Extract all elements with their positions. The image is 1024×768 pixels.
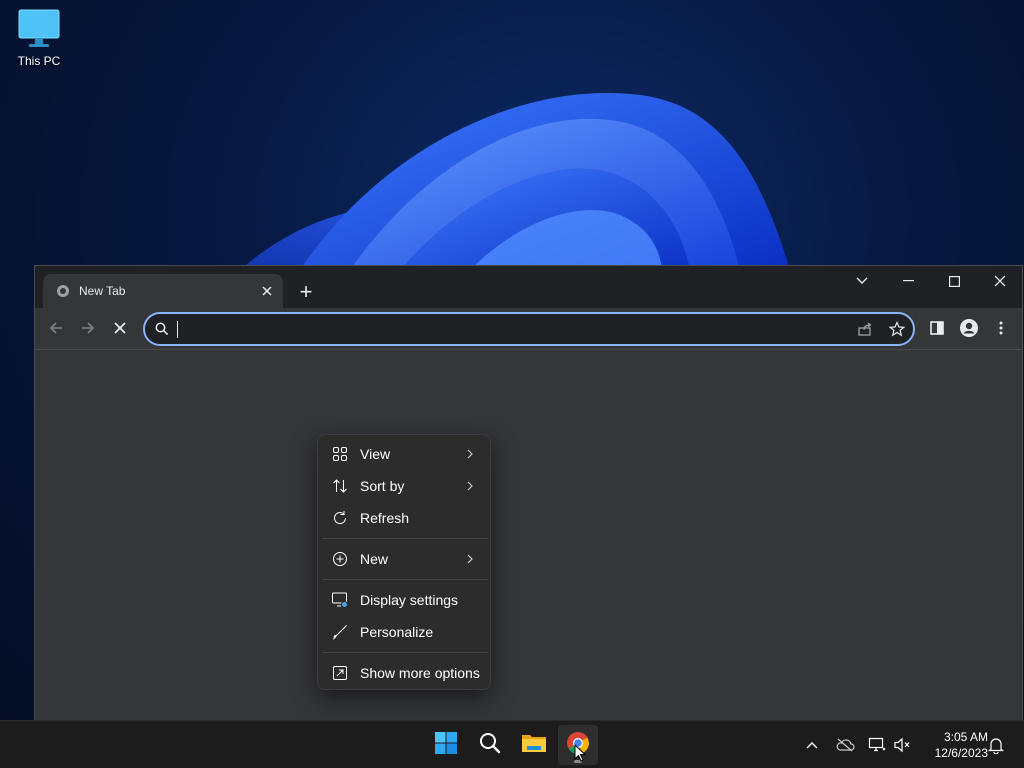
windows-start-icon — [434, 731, 458, 760]
chevron-right-icon — [462, 481, 478, 491]
kebab-menu-icon[interactable] — [986, 313, 1016, 343]
menu-item-label: Display settings — [360, 592, 459, 608]
side-panel-icon[interactable] — [922, 313, 952, 343]
address-input[interactable] — [179, 314, 849, 344]
menu-item-label: Sort by — [360, 478, 405, 494]
stop-loading-button[interactable] — [105, 313, 135, 343]
search-icon — [145, 322, 179, 336]
tab-new-tab[interactable]: New Tab — [43, 274, 283, 308]
clock-time: 3:05 AM — [943, 730, 988, 744]
taskbar-search-button[interactable] — [470, 725, 510, 765]
page-content[interactable] — [35, 350, 1022, 721]
browser-toolbar — [35, 308, 1022, 350]
back-button[interactable] — [41, 313, 71, 343]
start-button[interactable] — [426, 725, 466, 765]
menu-item-new[interactable]: New — [322, 544, 486, 574]
chevron-right-icon — [462, 449, 478, 459]
menu-item-label: Show more options — [360, 665, 480, 681]
menu-item-label: Refresh — [360, 510, 410, 526]
browser-window[interactable]: New Tab + — [34, 265, 1023, 721]
text-cursor — [177, 321, 178, 338]
volume-muted-icon[interactable] — [890, 733, 914, 757]
new-tab-button[interactable]: + — [292, 278, 320, 306]
folder-icon — [521, 732, 547, 759]
share-icon[interactable] — [849, 314, 881, 344]
menu-item-display-settings[interactable]: Display settings — [322, 585, 486, 615]
close-tab-icon[interactable] — [257, 281, 277, 301]
menu-separator — [322, 538, 488, 539]
menu-item-personalize[interactable]: Personalize — [322, 617, 486, 647]
profile-avatar-icon[interactable] — [954, 313, 984, 343]
view-grid-icon — [330, 444, 350, 464]
chevron-right-icon — [462, 554, 478, 564]
desktop-icon-this-pc[interactable]: This PC — [8, 8, 70, 78]
menu-item-label: New — [360, 551, 389, 567]
file-explorer-button[interactable] — [514, 725, 554, 765]
maximize-button[interactable] — [931, 266, 977, 296]
menu-item-label: Personalize — [360, 624, 434, 640]
brush-icon — [330, 622, 350, 642]
monitor-icon — [17, 8, 61, 50]
chevron-up-icon[interactable] — [800, 733, 824, 757]
show-more-options-icon — [330, 663, 350, 683]
minimize-button[interactable] — [885, 266, 931, 296]
close-window-button[interactable] — [977, 266, 1023, 296]
menu-item-refresh[interactable]: Refresh — [322, 503, 486, 533]
clock-date: 12/6/2023 — [934, 746, 988, 760]
system-clock[interactable]: 3:05 AM 12/6/2023 — [918, 729, 988, 761]
menu-separator — [322, 579, 488, 580]
taskbar: 3:05 AM 12/6/2023 — [0, 720, 1024, 768]
menu-separator — [322, 652, 488, 653]
network-icon[interactable] — [865, 733, 889, 757]
globe-icon — [57, 285, 69, 297]
new-plus-icon — [330, 549, 350, 569]
menu-item-show-more-options[interactable]: Show more options — [322, 658, 486, 688]
display-settings-icon — [330, 590, 350, 610]
menu-item-label: View — [360, 446, 391, 462]
sort-icon — [330, 476, 350, 496]
address-bar[interactable] — [143, 312, 915, 346]
onedrive-offline-icon[interactable] — [833, 733, 857, 757]
desktop-icon-label: This PC — [17, 54, 61, 68]
menu-item-sort-by[interactable]: Sort by — [322, 471, 486, 501]
refresh-icon — [330, 508, 350, 528]
forward-button[interactable] — [73, 313, 103, 343]
search-icon — [479, 732, 501, 759]
tab-search-chevron-icon[interactable] — [839, 266, 885, 296]
menu-item-view[interactable]: View — [322, 439, 486, 469]
tab-title: New Tab — [79, 284, 126, 298]
desktop-context-menu: View Sort by Refresh New Display setting… — [317, 434, 491, 690]
bookmark-star-icon[interactable] — [881, 314, 913, 344]
tab-strip: New Tab + — [35, 266, 1022, 308]
mouse-cursor-icon — [574, 743, 587, 767]
notification-bell-icon[interactable] — [984, 733, 1008, 757]
